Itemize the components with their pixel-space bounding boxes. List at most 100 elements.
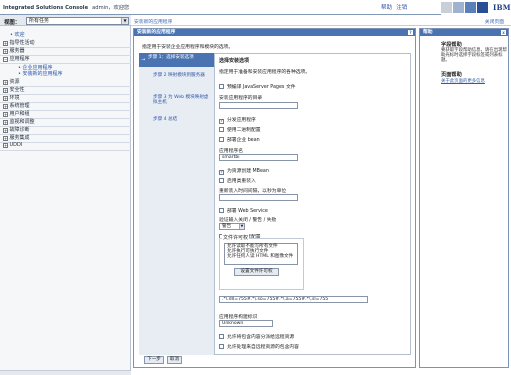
sidebar-item-label: 资源: [9, 79, 20, 85]
sidebar-item-label: 安装新的应用程序: [22, 71, 63, 77]
help-title: 帮助 x: [420, 29, 508, 36]
checkbox[interactable]: [219, 334, 224, 339]
intro-text: 指定用于安装企业应用程序和模块的选项。: [142, 45, 234, 50]
welcome-user: admin，欢迎您: [92, 5, 130, 11]
sidebar-item[interactable]: + 指导性活动: [3, 39, 35, 46]
expand-icon[interactable]: +: [3, 87, 8, 93]
expand-icon[interactable]: +: [3, 135, 8, 141]
sidebar-item-label: 系统管理: [9, 103, 30, 109]
sidebar-item[interactable]: + 故障诊断: [3, 126, 30, 133]
build-id-input[interactable]: Unknown: [219, 320, 273, 327]
sidebar-item[interactable]: + 环境: [3, 94, 20, 101]
sidebar-item[interactable]: + 监视和调整: [3, 118, 35, 125]
sidebar-item[interactable]: + 服务集成: [3, 134, 30, 141]
divider: [0, 149, 131, 151]
install-wizard-panel: 安装新的应用程序 ? 指定用于安装企业应用程序和模块的选项。 → 步骤 1：选择…: [133, 28, 416, 368]
create-mbean-option[interactable]: ✓ 为资源创建 MBean: [219, 167, 269, 175]
sidebar-item[interactable]: + UDDI: [3, 142, 22, 148]
set-file-permission-button[interactable]: 设置文件许可权: [234, 268, 279, 276]
file-permission-legend: 文件许可权: [222, 234, 250, 241]
sidebar-item-label: 用户和组: [9, 111, 30, 117]
form-title: 选择安装选项: [219, 58, 250, 64]
distribute-option[interactable]: ✓ 分发应用程序: [219, 116, 256, 124]
checkbox[interactable]: [219, 137, 224, 142]
sidebar-item-label: 监视和调整: [9, 119, 35, 125]
deploy-ejb-option[interactable]: 部署企业 bean: [219, 136, 260, 143]
sidebar-item-label: 指导性活动: [9, 40, 35, 46]
expand-icon[interactable]: +: [3, 95, 8, 101]
horizontal-scrollbar[interactable]: [0, 370, 131, 375]
content-toolbar: 安装新的应用程序 关闭页面: [131, 15, 511, 26]
field-help-heading: 字段帮助: [441, 42, 462, 48]
checkbox[interactable]: [219, 127, 224, 132]
sidebar-item[interactable]: + 用户和组: [3, 110, 30, 117]
cancel-button[interactable]: 取消: [167, 356, 182, 364]
allow-dispatch-option[interactable]: 允许将包含内容分派给远程资源: [219, 333, 294, 340]
class-reload-option[interactable]: 启用类重装入: [219, 177, 256, 184]
expand-icon[interactable]: +: [3, 142, 8, 148]
chevron-down-icon: ▼: [239, 224, 244, 229]
file-permission-list[interactable]: 允许读取不能写所有文件 允许执行可执行文件 允许任何人读 HTML 和图像文件: [224, 243, 298, 265]
sidebar-item[interactable]: + 安全性: [3, 86, 25, 93]
breadcrumb[interactable]: 安装新的应用程序: [134, 18, 172, 25]
checkbox[interactable]: [219, 178, 224, 183]
validate-label: 验证输入关闭 / 警告 / 失败: [219, 218, 277, 223]
sidebar-item[interactable]: + 服务器: [3, 47, 25, 54]
reload-interval-input[interactable]: [219, 194, 298, 201]
expand-icon[interactable]: +: [3, 79, 8, 85]
expand-icon[interactable]: +: [3, 40, 8, 46]
checkbox[interactable]: [219, 344, 224, 349]
checkbox[interactable]: [219, 84, 224, 89]
reload-interval-label: 重新装入时间间隔，以秒为单位: [219, 189, 287, 194]
file-permission-input[interactable]: .*\.dll=755#.*\.so=755#.*\.a=755#.*\.sl=…: [219, 296, 368, 303]
next-button[interactable]: 下一步: [144, 356, 164, 364]
checkbox[interactable]: [219, 208, 224, 213]
install-options-form: 选择安装选项 指定用于准备和安装应用程序的各种选项。 预编译 JavaServe…: [214, 53, 411, 355]
checkbox-checked[interactable]: ✓: [219, 119, 224, 124]
expand-icon[interactable]: +: [3, 48, 8, 54]
sidebar-item-label: 环境: [9, 95, 20, 101]
sidebar-item[interactable]: + 系统管理: [3, 102, 30, 109]
deploy-ws-option[interactable]: 部署 Web Service: [219, 207, 268, 214]
list-item[interactable]: 允许任何人读 HTML 和图像文件: [225, 254, 297, 259]
view-select[interactable]: 所有任务 ▼: [26, 16, 129, 25]
sidebar-item-label: UDDI: [9, 142, 23, 148]
expand-icon[interactable]: +: [3, 103, 8, 109]
sidebar-item[interactable]: • 欢迎: [10, 31, 25, 38]
form-description: 指定用于准备和安装应用程序的各种选项。: [219, 70, 311, 75]
expand-icon[interactable]: +: [3, 127, 8, 133]
install-dir-input[interactable]: [219, 102, 298, 109]
chevron-down-icon: ▼: [121, 17, 128, 24]
step-2-link[interactable]: 步骤 2 映射模块到服务器: [153, 73, 213, 78]
help-panel: 帮助 x 字段帮助 要获取字段帮助信息，请在出现帮助光标时选择字段标签或列表标题…: [419, 28, 509, 368]
logout-link[interactable]: 注销: [396, 5, 407, 11]
checkbox-checked[interactable]: ✓: [219, 170, 224, 175]
expand-icon[interactable]: +: [3, 111, 8, 117]
build-id-label: 应用程序构建标识: [219, 315, 258, 320]
app-name-input[interactable]: smartbi: [219, 154, 298, 161]
sidebar-item-label: 欢迎: [14, 32, 25, 38]
view-selector-row: 视图： 所有任务 ▼: [0, 15, 131, 26]
step-3-link[interactable]: 步骤 3 为 Web 模块映射虚拟主机: [153, 95, 213, 105]
close-page-link[interactable]: 关闭页面: [485, 18, 504, 25]
step-4-link[interactable]: 步骤 4 总结: [153, 117, 213, 122]
binary-config-option[interactable]: 使用二进制配置: [219, 126, 261, 133]
sidebar-item[interactable]: − 应用程序: [3, 55, 30, 62]
allow-service-option[interactable]: 允许处理来自远程资源的包含内容: [219, 343, 299, 350]
field-help-text: 要获取字段帮助信息，请在出现帮助光标时选择字段标签或列表标题。: [441, 48, 507, 63]
view-label: 视图：: [4, 20, 21, 26]
file-permission-group: 文件许可权 允许读取不能写所有文件 允许执行可执行文件 允许任何人读 HTML …: [219, 234, 304, 290]
help-icon[interactable]: ?: [408, 30, 413, 35]
collapse-icon[interactable]: −: [3, 56, 8, 62]
page-help-heading: 页面帮助: [441, 72, 462, 78]
sidebar-item-label: 安全性: [9, 87, 25, 93]
close-icon[interactable]: x: [501, 30, 506, 35]
arrow-right-icon: →: [141, 57, 146, 63]
help-link[interactable]: 帮助: [381, 5, 392, 11]
precompile-jsp-option[interactable]: 预编译 JavaServer Pages 文件: [219, 83, 296, 90]
expand-icon[interactable]: +: [3, 119, 8, 125]
sidebar-item[interactable]: • 安装新的应用程序: [18, 70, 63, 77]
validate-select[interactable]: 警告 ▼: [219, 223, 245, 230]
page-help-link[interactable]: 关于此页面的更多信息: [441, 78, 485, 84]
sidebar-item[interactable]: + 资源: [3, 78, 20, 85]
